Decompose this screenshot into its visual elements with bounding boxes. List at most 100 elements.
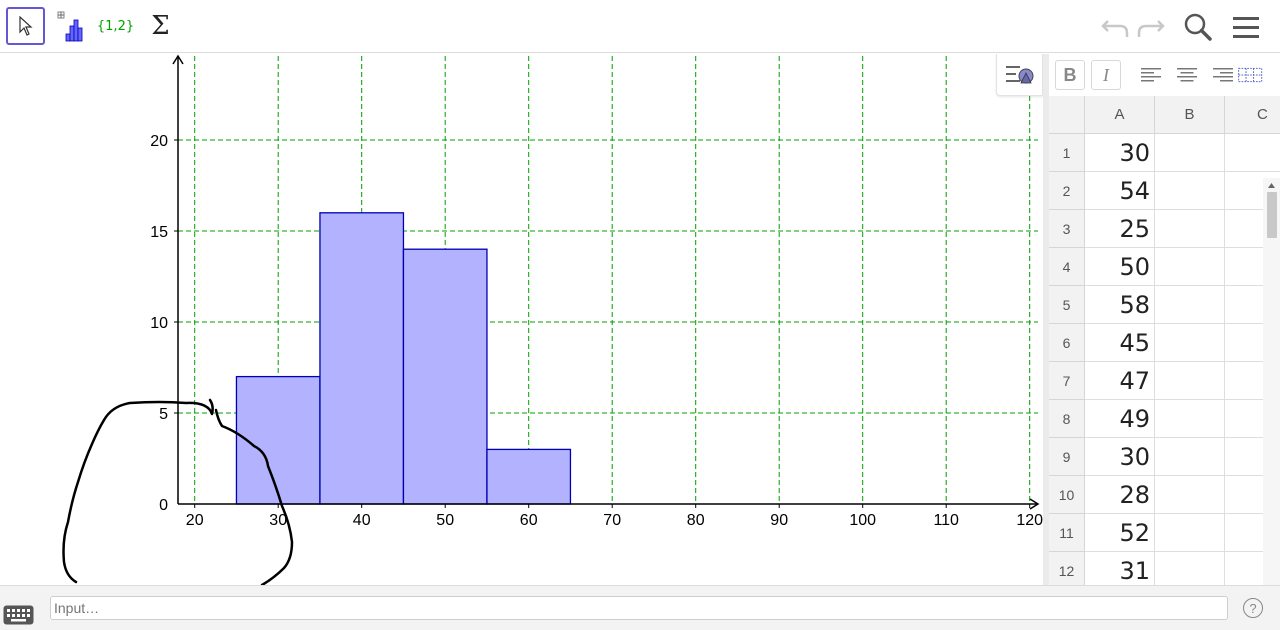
- x-tick-label: 110: [933, 512, 959, 529]
- toolbar: {1,2} Σ: [0, 0, 1280, 53]
- help-button[interactable]: ?: [1243, 598, 1263, 618]
- row-header[interactable]: 9: [1049, 438, 1085, 476]
- cell-border-button[interactable]: [1237, 62, 1265, 88]
- histogram-bar: [402, 248, 488, 505]
- cell-b[interactable]: [1155, 552, 1225, 585]
- sigma-icon: Σ: [151, 11, 170, 41]
- align-left-icon: [1141, 68, 1161, 82]
- align-left-button[interactable]: [1137, 62, 1165, 88]
- cell-b[interactable]: [1155, 476, 1225, 514]
- search-icon: [1184, 13, 1212, 41]
- spreadsheet-toolbar: B I: [1049, 54, 1280, 96]
- y-tick-label: 0: [159, 497, 168, 514]
- x-tick-label: 20: [186, 512, 204, 529]
- cell-a[interactable]: 31: [1085, 552, 1155, 585]
- cell-b[interactable]: [1155, 286, 1225, 324]
- histogram-bar: [486, 448, 572, 505]
- cell-a[interactable]: 54: [1085, 172, 1155, 210]
- cell-a[interactable]: 30: [1085, 134, 1155, 172]
- redo-button[interactable]: [1134, 10, 1168, 44]
- histogram-bar: [319, 212, 405, 505]
- x-tick-label: 60: [520, 512, 538, 529]
- list-tool-button[interactable]: {1,2}: [96, 7, 135, 45]
- cell-a[interactable]: 49: [1085, 400, 1155, 438]
- row-header[interactable]: 10: [1049, 476, 1085, 514]
- cell-b[interactable]: [1155, 362, 1225, 400]
- cell-c[interactable]: [1225, 134, 1280, 172]
- y-tick-label: 5: [159, 406, 168, 423]
- cell-b[interactable]: [1155, 400, 1225, 438]
- vertical-scrollbar-graphic: [1267, 183, 1277, 238]
- cell-b[interactable]: [1155, 324, 1225, 362]
- histogram-icon: [57, 11, 82, 42]
- x-tick-label: 70: [603, 512, 621, 529]
- undo-icon: [1101, 20, 1129, 37]
- column-header-b[interactable]: B: [1155, 96, 1225, 134]
- keyboard-icon: [3, 605, 34, 625]
- cell-a[interactable]: 25: [1085, 210, 1155, 248]
- algebra-input-field[interactable]: [50, 596, 1228, 620]
- x-tick-label: 80: [687, 512, 705, 529]
- cell-b[interactable]: [1155, 210, 1225, 248]
- spreadsheet-view: B I A B C 1 30 2 54 3 25 4 50 5 58 6 45 …: [1049, 54, 1280, 585]
- cell-a[interactable]: 52: [1085, 514, 1155, 552]
- row-header[interactable]: 4: [1049, 248, 1085, 286]
- x-tick-label: 100: [849, 512, 876, 529]
- italic-button[interactable]: I: [1091, 60, 1121, 90]
- cell-a[interactable]: 30: [1085, 438, 1155, 476]
- cursor-arrow-icon: [18, 16, 33, 36]
- cell-a[interactable]: 28: [1085, 476, 1155, 514]
- cell-b[interactable]: [1155, 248, 1225, 286]
- move-tool-button[interactable]: [6, 7, 45, 45]
- x-tick-label: 50: [436, 512, 454, 529]
- vertical-scrollbar[interactable]: [1263, 178, 1280, 585]
- corner-header: [1049, 96, 1085, 134]
- input-bar: ?: [0, 585, 1280, 630]
- align-right-icon: [1213, 68, 1233, 82]
- cell-a[interactable]: 45: [1085, 324, 1155, 362]
- row-header[interactable]: 7: [1049, 362, 1085, 400]
- align-right-button[interactable]: [1209, 62, 1237, 88]
- menu-button[interactable]: [1229, 10, 1263, 44]
- row-header[interactable]: 12: [1049, 552, 1085, 585]
- column-header-a[interactable]: A: [1085, 96, 1155, 134]
- cell-a[interactable]: 50: [1085, 248, 1155, 286]
- cell-a[interactable]: 47: [1085, 362, 1155, 400]
- undo-button[interactable]: [1098, 10, 1132, 44]
- cell-b[interactable]: [1155, 438, 1225, 476]
- row-header[interactable]: 2: [1049, 172, 1085, 210]
- menu-icon: [1233, 17, 1259, 38]
- y-tick-label: 20: [150, 133, 168, 150]
- cell-a[interactable]: 58: [1085, 286, 1155, 324]
- bold-button[interactable]: B: [1055, 60, 1085, 90]
- row-header[interactable]: 8: [1049, 400, 1085, 438]
- align-center-button[interactable]: [1173, 62, 1201, 88]
- search-button[interactable]: [1181, 10, 1215, 44]
- row-header[interactable]: 1: [1049, 134, 1085, 172]
- x-tick-label: 40: [353, 512, 371, 529]
- row-header[interactable]: 3: [1049, 210, 1085, 248]
- graphics-view[interactable]: 20 30 40 50 60 70 80 90 100 110 120 0 5 10 15 20: [0, 54, 1043, 585]
- list-icon: {1,2}: [96, 18, 135, 34]
- cell-b[interactable]: [1155, 514, 1225, 552]
- y-tick-label: 10: [150, 315, 168, 332]
- row-header[interactable]: 5: [1049, 286, 1085, 324]
- cell-b[interactable]: [1155, 134, 1225, 172]
- border-grid-icon: [1238, 67, 1263, 83]
- redo-icon: [1137, 20, 1165, 37]
- y-tick-label: 15: [150, 224, 168, 241]
- x-tick-label: 90: [770, 512, 788, 529]
- column-header-c[interactable]: C: [1225, 96, 1280, 134]
- row-header[interactable]: 11: [1049, 514, 1085, 552]
- spreadsheet-grid: A B C 1 30 2 54 3 25 4 50 5 58 6 45 7 47 8 49 9 30 10 28 11 5…: [1049, 96, 1280, 585]
- row-header[interactable]: 6: [1049, 324, 1085, 362]
- keyboard-button[interactable]: [3, 605, 34, 625]
- style-bar-toggle-button[interactable]: [996, 54, 1043, 96]
- histogram-tool-button[interactable]: [51, 7, 90, 45]
- x-tick-label: 120: [1016, 512, 1043, 529]
- cell-b[interactable]: [1155, 172, 1225, 210]
- histogram-chart: 20 30 40 50 60 70 80 90 100 110 12005101520: [62, 54, 1043, 585]
- sum-tool-button[interactable]: Σ: [141, 7, 180, 45]
- align-center-icon: [1177, 68, 1197, 82]
- style-bar-icon: [1005, 65, 1033, 83]
